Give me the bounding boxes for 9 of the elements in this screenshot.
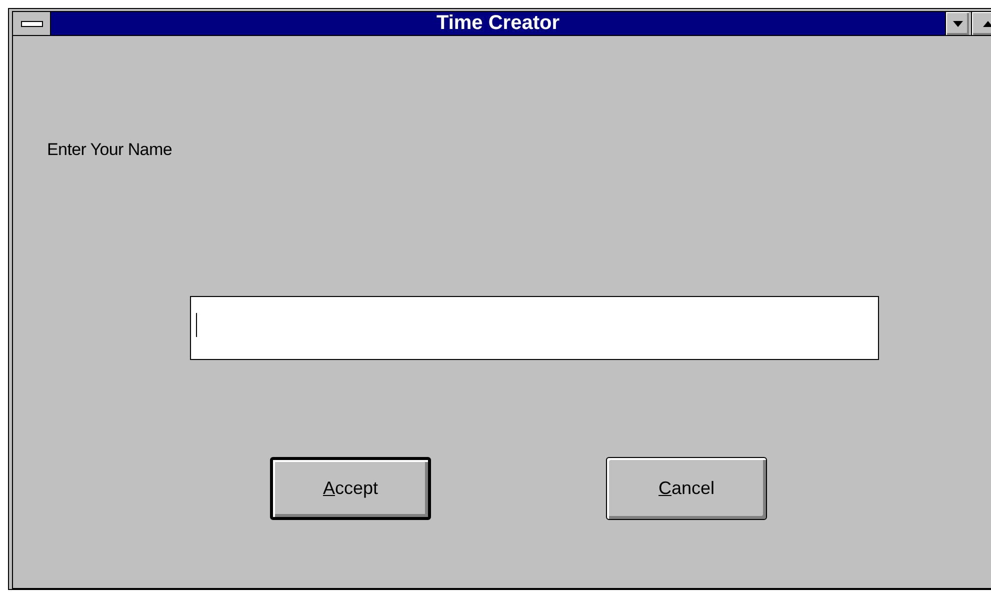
minimize-button[interactable] [945,12,969,35]
accept-button[interactable]: Accept [270,457,431,520]
cancel-button[interactable]: Cancel [606,457,767,520]
window-title: Time Creator [436,12,560,35]
dash-icon [20,20,42,28]
prompt-label: Enter Your Name [47,140,172,160]
down-triangle-icon [952,20,962,26]
name-input-field[interactable] [190,296,879,360]
up-triangle-icon [982,20,991,26]
